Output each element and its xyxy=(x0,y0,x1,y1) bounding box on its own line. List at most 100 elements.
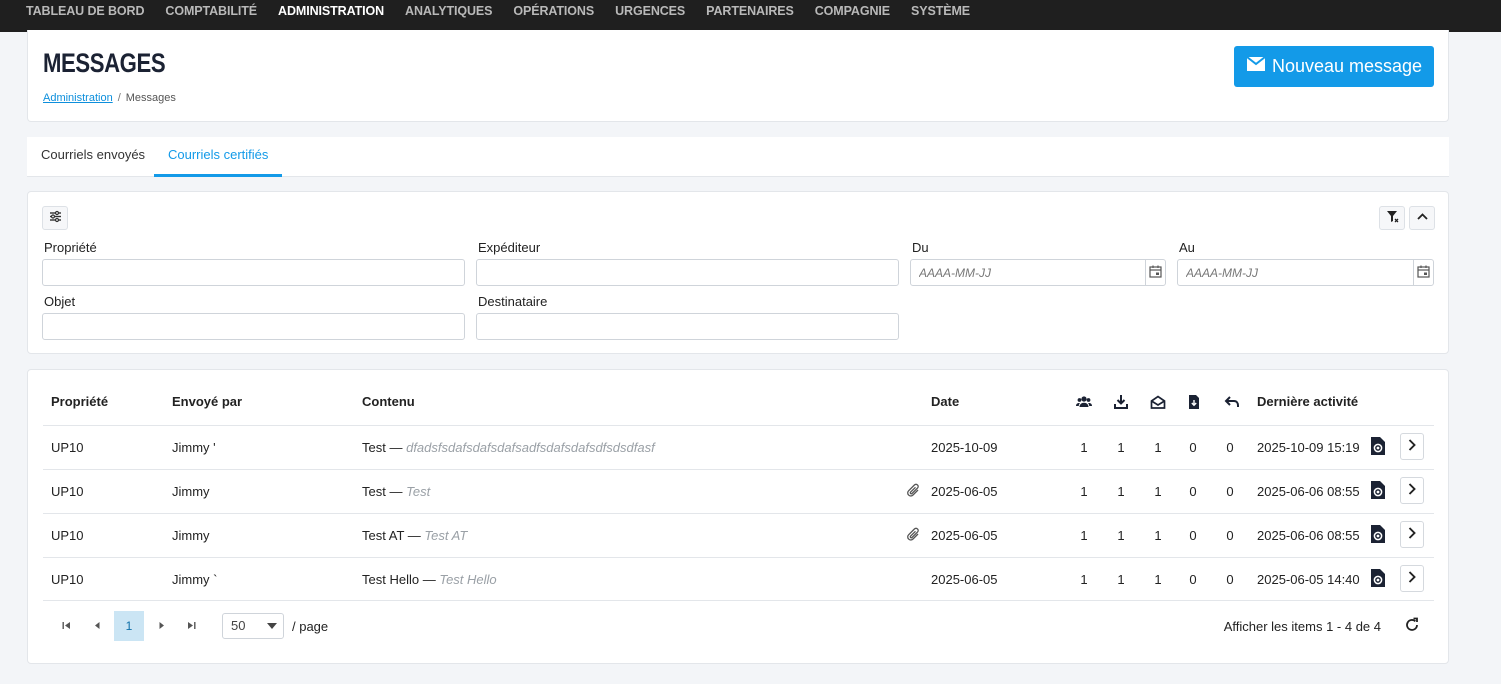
message-subject: Test AT — xyxy=(362,528,421,543)
du-label: Du xyxy=(912,240,929,255)
certificate-doc-icon[interactable] xyxy=(1369,568,1387,588)
chevron-right-icon xyxy=(1407,483,1417,498)
cell-document-count: 0 xyxy=(1189,440,1197,455)
collapse-filters-button[interactable] xyxy=(1409,206,1435,230)
cell-download-count: 1 xyxy=(1117,440,1125,455)
table-row[interactable]: UP10 Jimmy Test — Test 2025-06-05 1 1 1 … xyxy=(43,469,1434,513)
message-preview: Test Hello xyxy=(439,572,497,587)
page-1-button[interactable]: 1 xyxy=(114,611,144,641)
calendar-icon xyxy=(1149,265,1162,281)
open-row-button[interactable] xyxy=(1400,477,1424,504)
cell-document-count: 0 xyxy=(1189,484,1197,499)
last-page-button[interactable] xyxy=(176,611,206,641)
propriete-input[interactable] xyxy=(42,259,465,286)
sliders-icon xyxy=(49,210,62,226)
cell-derniere-activite: 2025-06-05 14:40 xyxy=(1257,572,1360,587)
clear-filter-button[interactable] xyxy=(1379,206,1405,230)
cell-date: 2025-10-09 xyxy=(931,440,998,455)
col-header-date[interactable]: Date xyxy=(931,394,959,409)
per-page-label: / page xyxy=(292,619,329,634)
nav-item-operations[interactable]: OPÉRATIONS xyxy=(513,1,594,21)
table-row[interactable]: UP10 Jimmy ` Test Hello — Test Hello 202… xyxy=(43,557,1434,601)
first-page-button[interactable] xyxy=(51,611,81,641)
nav-item-administration[interactable]: ADMINISTRATION xyxy=(278,1,384,21)
table-row[interactable]: UP10 Jimmy ' Test — dfadsfsdafsdafsdafsa… xyxy=(43,425,1434,469)
cell-propriete: UP10 xyxy=(51,528,84,543)
calendar-icon xyxy=(1417,265,1430,281)
message-preview: Test AT xyxy=(424,528,468,543)
filter-clear-icon xyxy=(1386,210,1399,226)
cell-propriete: UP10 xyxy=(51,572,84,587)
page-size-value: 50 xyxy=(231,618,246,633)
filter-settings-button[interactable] xyxy=(42,206,68,230)
objet-input[interactable] xyxy=(42,313,465,340)
top-nav: TABLEAU DE BORD COMPTABILITÉ ADMINISTRAT… xyxy=(0,0,1501,32)
cell-download-count: 1 xyxy=(1117,572,1125,587)
open-row-button[interactable] xyxy=(1400,433,1424,460)
tab-courriels-certifies[interactable]: Courriels certifiés xyxy=(154,137,283,177)
refresh-icon[interactable] xyxy=(1404,617,1420,633)
cell-recipients-count: 1 xyxy=(1080,484,1088,499)
nav-item-analytiques[interactable]: ANALYTIQUES xyxy=(405,1,492,21)
cell-reply-count: 0 xyxy=(1226,440,1234,455)
page-size-select[interactable]: 50 xyxy=(222,613,284,639)
du-calendar-button[interactable] xyxy=(1145,260,1165,285)
cell-contenu: Test — Test xyxy=(362,484,430,499)
cell-propriete: UP10 xyxy=(51,484,84,499)
certificate-doc-icon[interactable] xyxy=(1369,436,1387,456)
col-header-contenu[interactable]: Contenu xyxy=(362,394,415,409)
paperclip-icon xyxy=(907,527,921,543)
cell-contenu: Test — dfadsfsdafsdafsdafsadfsdafsdafsdf… xyxy=(362,440,655,455)
new-message-label: Nouveau message xyxy=(1271,56,1423,76)
message-preview: Test xyxy=(406,484,431,499)
nav-item-compagnie[interactable]: COMPAGNIE xyxy=(815,1,890,21)
table-row[interactable]: UP10 Jimmy Test AT — Test AT 2025-06-05 … xyxy=(43,513,1434,557)
new-message-button[interactable]: Nouveau message xyxy=(1234,46,1434,87)
certificate-doc-icon[interactable] xyxy=(1369,480,1387,500)
cell-date: 2025-06-05 xyxy=(931,484,998,499)
cell-recipients-count: 1 xyxy=(1080,440,1088,455)
nav-item-tableau-de-bord[interactable]: TABLEAU DE BORD xyxy=(26,1,145,21)
nav-item-systeme[interactable]: SYSTÈME xyxy=(911,1,970,21)
chevron-right-icon xyxy=(1407,439,1417,454)
breadcrumb-link-administration[interactable]: Administration xyxy=(43,92,113,104)
nav-item-partenaires[interactable]: PARTENAIRES xyxy=(706,1,794,21)
last-page-icon xyxy=(187,619,196,633)
paperclip-icon xyxy=(907,483,921,499)
previous-page-button[interactable] xyxy=(82,611,112,641)
cell-derniere-activite: 2025-06-06 08:55 xyxy=(1257,528,1360,543)
du-date-input[interactable] xyxy=(910,259,1166,286)
cell-opened-count: 1 xyxy=(1154,572,1162,587)
open-row-button[interactable] xyxy=(1400,521,1424,548)
cell-derniere-activite: 2025-10-09 15:19 xyxy=(1257,440,1360,455)
certificate-doc-icon[interactable] xyxy=(1369,524,1387,544)
tab-courriels-envoyes[interactable]: Courriels envoyés xyxy=(27,137,159,177)
nav-item-urgences[interactable]: URGENCES xyxy=(615,1,685,21)
expediteur-input[interactable] xyxy=(476,259,899,286)
message-subject: Test — xyxy=(362,484,403,499)
envelope-open-icon xyxy=(1150,394,1166,410)
chevron-right-icon xyxy=(1407,527,1417,542)
chevron-right-icon xyxy=(1407,571,1417,586)
cell-opened-count: 1 xyxy=(1154,440,1162,455)
nav-item-comptabilite[interactable]: COMPTABILITÉ xyxy=(165,1,257,21)
au-calendar-button[interactable] xyxy=(1413,260,1433,285)
next-page-button[interactable] xyxy=(146,611,176,641)
filter-panel: Propriété Expéditeur Du Au Objet Destina… xyxy=(27,191,1449,354)
cell-date: 2025-06-05 xyxy=(931,572,998,587)
open-row-button[interactable] xyxy=(1400,565,1424,592)
recipients-icon xyxy=(1076,394,1092,410)
reply-icon xyxy=(1224,394,1240,410)
message-subject: Test Hello — xyxy=(362,572,436,587)
cell-document-count: 0 xyxy=(1189,528,1197,543)
col-header-derniere-activite[interactable]: Dernière activité xyxy=(1257,394,1358,409)
col-header-propriete[interactable]: Propriété xyxy=(51,394,108,409)
cell-propriete: UP10 xyxy=(51,440,84,455)
au-date-input[interactable] xyxy=(1177,259,1434,286)
items-count-info: Afficher les items 1 - 4 de 4 xyxy=(1223,619,1381,634)
cell-opened-count: 1 xyxy=(1154,484,1162,499)
next-page-icon xyxy=(157,619,166,633)
destinataire-input[interactable] xyxy=(476,313,899,340)
cell-recipients-count: 1 xyxy=(1080,572,1088,587)
col-header-envoye-par[interactable]: Envoyé par xyxy=(172,394,242,409)
